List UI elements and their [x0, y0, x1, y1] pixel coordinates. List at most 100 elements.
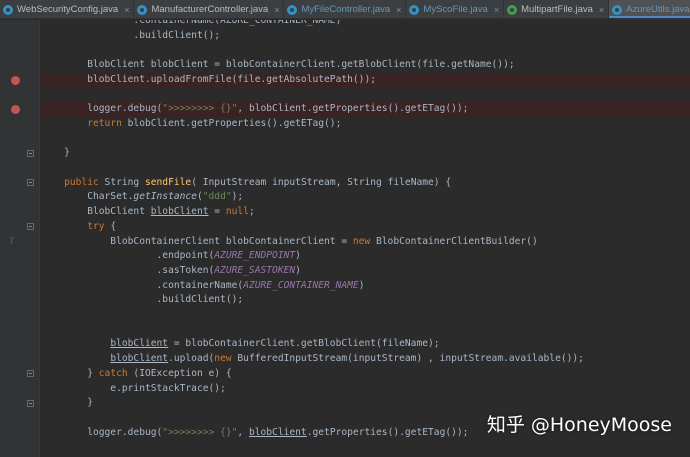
- code-token: BlobContainerClientBuilder(): [370, 235, 538, 247]
- fold-toggle-icon[interactable]: [27, 370, 34, 378]
- editor-tab[interactable]: MultipartFile.java ×: [504, 0, 610, 18]
- code-token: blobClient: [110, 338, 169, 350]
- code-token: return: [87, 117, 122, 129]
- code-token: .containerName(AZURE_CONTAINER_NAME): [41, 20, 342, 26]
- code-line[interactable]: .containerName(AZURE_CONTAINER_NAME): [41, 279, 690, 294]
- watermark: 知乎 @HoneyMoose: [486, 414, 672, 436]
- editor-tab[interactable]: ManufacturerController.java ×: [134, 0, 285, 18]
- code-token: BlobClient blobClient = blobContainerCli…: [41, 59, 515, 71]
- editor-tab-label: MultipartFile.java: [521, 4, 593, 15]
- code-token: getInstance: [133, 191, 197, 203]
- java-class-icon: [612, 4, 623, 15]
- code-token: String: [98, 176, 145, 188]
- line-number: 7: [8, 236, 14, 247]
- code-line[interactable]: e.printStackTrace();: [41, 382, 690, 397]
- code-line[interactable]: .buildClient();: [41, 293, 690, 308]
- code-line[interactable]: blobClient.uploadFromFile(file.getAbsolu…: [41, 72, 690, 88]
- code-token: BufferedInputStream(inputStream) , input…: [231, 353, 584, 365]
- code-line[interactable]: BlobClient blobClient = null;: [41, 205, 690, 220]
- code-line[interactable]: }: [41, 396, 690, 411]
- code-token: catch: [98, 367, 128, 379]
- code-token: = blobContainerClient.getBlobClient(file…: [168, 338, 440, 350]
- code-token: (IOException e) {: [127, 367, 232, 379]
- editor-tab[interactable]: AzureUtils.java×: [609, 0, 690, 18]
- code-token: new: [352, 235, 371, 247]
- code-line[interactable]: .containerName(AZURE_CONTAINER_NAME): [41, 20, 690, 29]
- code-token: null: [225, 206, 249, 218]
- code-line[interactable]: blobClient.upload(new BufferedInputStrea…: [41, 352, 690, 367]
- code-editor[interactable]: .containerName(AZURE_CONTAINER_NAME) .bu…: [41, 20, 690, 457]
- code-token: .buildClient();: [41, 29, 221, 41]
- code-token: );: [231, 191, 244, 203]
- code-token: ,: [237, 426, 249, 438]
- editor-tab-label: MyFileController.java: [301, 4, 391, 15]
- editor-gutter[interactable]: 7: [0, 20, 40, 457]
- close-tab-icon[interactable]: ×: [274, 5, 279, 15]
- fold-toggle-icon[interactable]: [27, 179, 34, 187]
- code-token: blobClient: [150, 206, 209, 218]
- breakpoint-icon[interactable]: [11, 75, 20, 85]
- code-line[interactable]: logger.debug(">>>>>>>> {}", blobClient.g…: [41, 102, 690, 117]
- fold-toggle-icon[interactable]: [27, 149, 34, 157]
- code-token: new: [214, 353, 232, 365]
- close-tab-icon[interactable]: ×: [124, 5, 129, 15]
- code-line[interactable]: .buildClient();: [41, 29, 690, 44]
- code-line[interactable]: BlobContainerClient blobContainerClient …: [41, 235, 690, 250]
- code-token: ">>>>>>>> {}": [162, 426, 238, 438]
- close-tab-icon[interactable]: ×: [599, 5, 604, 15]
- editor-tab-label: AzureUtils.java: [626, 4, 690, 15]
- code-token: ): [295, 250, 301, 262]
- code-token: blobClient: [248, 426, 307, 438]
- editor-tab-label: MyScoFile.java: [423, 4, 488, 15]
- editor-tab-bar: WebSecurityConfig.java × ManufacturerContr…: [0, 0, 690, 19]
- code-token: try: [87, 220, 105, 232]
- code-token: {: [104, 220, 117, 232]
- editor-tab[interactable]: MyScoFile.java ×: [406, 0, 505, 18]
- code-line[interactable]: [41, 161, 690, 176]
- code-token: blobClient.getProperties().getETag();: [121, 117, 342, 129]
- code-line[interactable]: } catch (IOException e) {: [41, 367, 690, 382]
- code-line[interactable]: [41, 43, 690, 58]
- code-line[interactable]: try {: [41, 220, 690, 235]
- code-token: blobClient.uploadFromFile(file.getAbsolu…: [41, 73, 377, 85]
- code-line[interactable]: [41, 88, 690, 103]
- code-line[interactable]: BlobClient blobClient = blobContainerCli…: [41, 58, 690, 73]
- fold-toggle-icon[interactable]: [27, 399, 34, 407]
- code-token: AZURE_CONTAINER_NAME: [243, 279, 359, 291]
- code-token: logger.debug(: [41, 426, 163, 438]
- code-token: .containerName(: [41, 279, 244, 291]
- editor-tab[interactable]: MyFileController.java ×: [284, 0, 407, 18]
- fold-toggle-icon[interactable]: [27, 223, 34, 231]
- code-token: "ddd": [202, 191, 232, 203]
- code-token: .upload(: [168, 353, 215, 365]
- close-tab-icon[interactable]: ×: [494, 5, 499, 15]
- editor-tab-label: WebSecurityConfig.java: [17, 4, 119, 15]
- code-line[interactable]: [41, 132, 690, 147]
- java-class-icon: [137, 4, 148, 15]
- code-line[interactable]: }: [41, 146, 690, 161]
- code-line[interactable]: return blobClient.getProperties().getETa…: [41, 117, 690, 132]
- code-token: AZURE_ENDPOINT: [214, 250, 296, 262]
- code-token: .getProperties().getETag());: [306, 426, 469, 438]
- close-tab-icon[interactable]: ×: [396, 5, 401, 15]
- code-line[interactable]: .sasToken(AZURE_SASTOKEN): [41, 264, 690, 279]
- code-line[interactable]: .endpoint(AZURE_ENDPOINT): [41, 249, 690, 264]
- code-line[interactable]: CharSet.getInstance("ddd");: [41, 190, 690, 205]
- code-token: }: [41, 147, 70, 159]
- code-line[interactable]: public String sendFile( InputStream inpu…: [41, 176, 690, 191]
- code-line[interactable]: [41, 323, 690, 338]
- code-token: e.printStackTrace();: [41, 382, 226, 394]
- code-token: ;: [248, 206, 255, 218]
- code-line[interactable]: [41, 440, 690, 455]
- editor-tab[interactable]: WebSecurityConfig.java ×: [0, 0, 135, 18]
- code-token: ): [358, 279, 365, 291]
- code-line[interactable]: [41, 308, 690, 323]
- breakpoint-icon[interactable]: [11, 105, 20, 115]
- code-line[interactable]: blobClient = blobContainerClient.getBlob…: [41, 337, 690, 352]
- code-token: .sasToken(: [41, 264, 215, 276]
- code-token: BlobContainerClient blobContainerClient …: [41, 235, 353, 247]
- code-token: =: [208, 206, 226, 218]
